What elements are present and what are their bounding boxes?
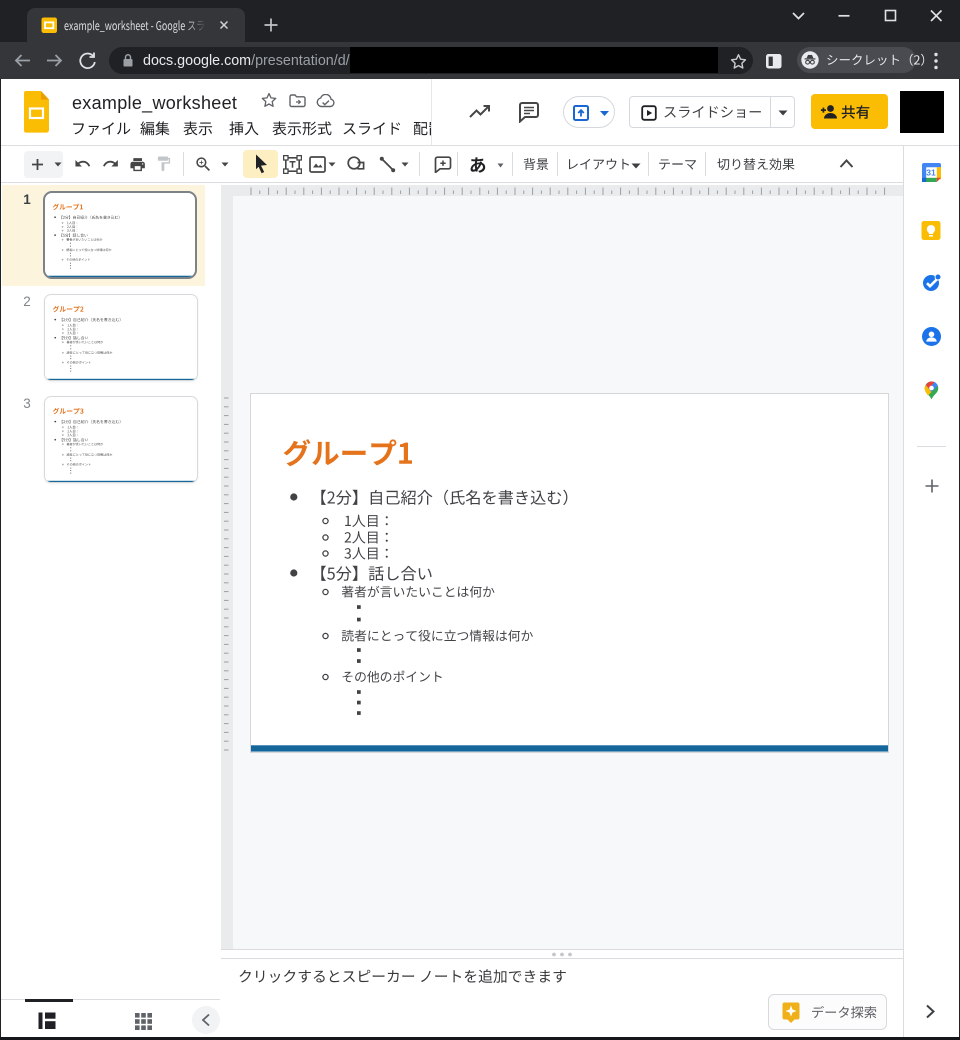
svg-text:31: 31 bbox=[926, 168, 936, 178]
